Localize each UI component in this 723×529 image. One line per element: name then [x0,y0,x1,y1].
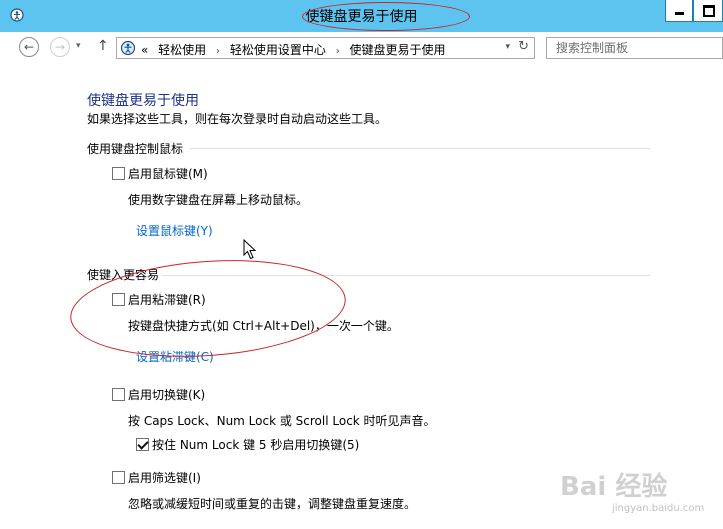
breadcrumb-ease-of-access[interactable]: 轻松使用 [158,43,206,57]
maximize-button[interactable] [693,0,723,22]
navigation-bar: ← → ▾ ↑ « 轻松使用 › 轻松使用设置中心 › 使键盘更易于使用 ▾ ↻ [0,32,723,66]
breadcrumb-overflow[interactable]: « [141,43,148,57]
toggle-keys-label[interactable]: 启用切换键(K) [128,386,205,403]
minimize-button[interactable] [665,0,693,22]
search-box[interactable] [546,37,723,59]
mouse-keys-description: 使用数字键盘在屏幕上移动鼠标。 [128,193,309,207]
title-annotation-ellipse [302,2,470,31]
arrow-right-icon: → [54,40,66,54]
section-title-mouse-control: 使用键盘控制鼠标 [87,142,184,156]
main-content: 使键盘更易于使用 如果选择这些工具，则在每次登录时自动启动这些工具。 使用键盘控… [0,66,723,529]
filter-keys-description: 忽略或减缓短时间或重复的击键，调整键盘重复速度。 [128,497,417,511]
watermark-logo: Bai 经验 [560,472,668,502]
page-description: 如果选择这些工具，则在每次登录时自动启动这些工具。 [87,112,388,126]
refresh-icon[interactable]: ↻ [518,39,529,54]
recent-locations-chevron-icon[interactable]: ▾ [76,41,81,51]
page-title: 使键盘更易于使用 [87,93,199,109]
search-input[interactable] [547,38,723,58]
mouse-keys-label[interactable]: 启用鼠标键(M) [128,165,208,182]
filter-keys-checkbox[interactable] [112,471,125,484]
toggle-keys-checkbox[interactable] [112,388,125,401]
breadcrumb: « 轻松使用 › 轻松使用设置中心 › 使键盘更易于使用 [141,41,452,58]
address-bar[interactable]: « 轻松使用 › 轻松使用设置中心 › 使键盘更易于使用 ▾ ↻ [116,37,535,59]
address-dropdown-chevron-icon[interactable]: ▾ [505,42,510,52]
num-lock-toggle-checkbox[interactable] [136,438,149,451]
breadcrumb-separator-icon[interactable]: › [216,46,220,57]
section-divider [190,148,650,149]
back-button[interactable]: ← [19,37,39,57]
breadcrumb-ease-of-access-center[interactable]: 轻松使用设置中心 [230,43,326,57]
forward-button[interactable]: → [50,37,70,57]
filter-keys-label[interactable]: 启用筛选键(I) [128,469,201,486]
title-bar: 使键盘更易于使用 [0,0,723,32]
up-arrow-icon[interactable]: ↑ [97,38,109,54]
arrow-left-icon: ← [23,40,35,54]
num-lock-toggle-label[interactable]: 按住 Num Lock 键 5 秒启用切换键(5) [152,436,359,453]
set-up-mouse-keys-link[interactable]: 设置鼠标键(Y) [136,222,213,239]
breadcrumb-current-page[interactable]: 使键盘更易于使用 [350,43,446,57]
mouse-pointer-icon [243,239,257,260]
toggle-keys-description: 按 Caps Lock、Num Lock 或 Scroll Lock 时听见声音… [128,414,436,428]
control-panel-icon [120,40,136,56]
breadcrumb-separator-icon[interactable]: › [336,46,340,57]
mouse-keys-checkbox[interactable] [112,167,125,180]
watermark-url: jingyan.baidu.com [612,503,705,514]
